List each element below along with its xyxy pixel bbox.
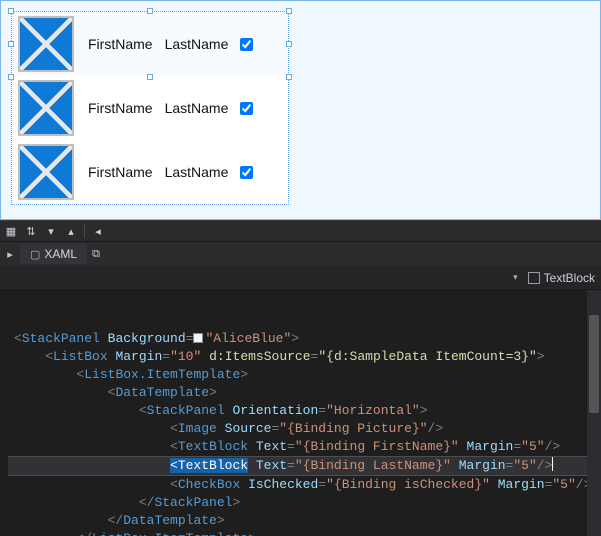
lastname-text: LastName — [165, 164, 229, 180]
code-line[interactable]: <Image Source="{Binding Picture}"/> — [8, 420, 601, 438]
code-line[interactable]: </ListBox.ItemTemplate> — [8, 530, 601, 536]
code-line[interactable]: <ListBox.ItemTemplate> — [8, 366, 601, 384]
popout-icon[interactable]: ⧉ — [89, 247, 103, 261]
code-line[interactable]: <StackPanel Orientation="Horizontal"> — [8, 402, 601, 420]
code-line[interactable]: <TextBlock Text="{Binding FirstName}" Ma… — [8, 438, 601, 456]
expand-pane-icon[interactable]: ▸ — [2, 248, 18, 261]
list-item[interactable]: FirstName LastName — [12, 76, 288, 140]
text-caret — [552, 457, 553, 471]
selection-handle[interactable] — [147, 8, 153, 14]
selection-handle[interactable] — [147, 74, 153, 80]
design-surface[interactable]: FirstName LastName FirstName LastName Fi… — [0, 0, 601, 220]
placeholder-image — [18, 80, 74, 136]
xaml-tabbar: ▸ ▢ XAML ⧉ — [0, 242, 601, 266]
xaml-editor[interactable]: <StackPanel Background="AliceBlue"> <Lis… — [0, 290, 601, 536]
selection-handle[interactable] — [8, 41, 14, 47]
tab-label: XAML — [44, 247, 77, 261]
scrollbar-thumb[interactable] — [589, 315, 599, 413]
tab-xaml[interactable]: ▢ XAML — [20, 244, 87, 264]
code-line[interactable]: <ListBox Margin="10" d:ItemsSource="{d:S… — [8, 348, 601, 366]
collapse-up-icon[interactable]: ▴ — [64, 224, 78, 238]
code-line[interactable]: <TextBlock Text="{Binding LastName}" Mar… — [8, 456, 601, 476]
grid-icon[interactable]: ▦ — [4, 224, 18, 238]
placeholder-image — [18, 144, 74, 200]
list-item[interactable]: FirstName LastName — [12, 12, 288, 76]
code-line[interactable]: <StackPanel Background="AliceBlue"> — [8, 330, 601, 348]
arrow-left-icon[interactable]: ◂ — [91, 224, 105, 238]
swap-panes-icon[interactable]: ⇅ — [24, 224, 38, 238]
item-checkbox[interactable] — [240, 38, 253, 51]
lastname-text: LastName — [165, 100, 229, 116]
breadcrumb-dropdown-icon[interactable]: ▾ — [513, 272, 518, 283]
selection-handle[interactable] — [8, 74, 14, 80]
lastname-text: LastName — [165, 36, 229, 52]
code-line[interactable]: <CheckBox IsChecked="{Binding isChecked}… — [8, 476, 601, 494]
firstname-text: FirstName — [88, 36, 153, 52]
toolbar-separator — [84, 224, 85, 238]
code-line[interactable]: </StackPanel> — [8, 494, 601, 512]
breadcrumb-current[interactable]: TextBlock — [544, 271, 595, 285]
selection-handle[interactable] — [286, 8, 292, 14]
xaml-doc-icon: ▢ — [30, 248, 40, 261]
item-checkbox[interactable] — [240, 102, 253, 115]
code-line[interactable]: </DataTemplate> — [8, 512, 601, 530]
designer-toolbar: ▦ ⇅ ▾ ▴ ◂ — [0, 220, 601, 242]
placeholder-image — [18, 16, 74, 72]
selection-handle[interactable] — [8, 8, 14, 14]
breadcrumb-bar: ▾ TextBlock — [0, 266, 601, 290]
list-item[interactable]: FirstName LastName — [12, 140, 288, 204]
vertical-scrollbar[interactable] — [587, 290, 601, 536]
element-icon — [528, 272, 540, 284]
selection-handle[interactable] — [286, 74, 292, 80]
item-checkbox[interactable] — [240, 166, 253, 179]
code-line[interactable]: <DataTemplate> — [8, 384, 601, 402]
firstname-text: FirstName — [88, 100, 153, 116]
listbox-control[interactable]: FirstName LastName FirstName LastName Fi… — [11, 11, 289, 205]
collapse-down-icon[interactable]: ▾ — [44, 224, 58, 238]
selection-handle[interactable] — [286, 41, 292, 47]
firstname-text: FirstName — [88, 164, 153, 180]
